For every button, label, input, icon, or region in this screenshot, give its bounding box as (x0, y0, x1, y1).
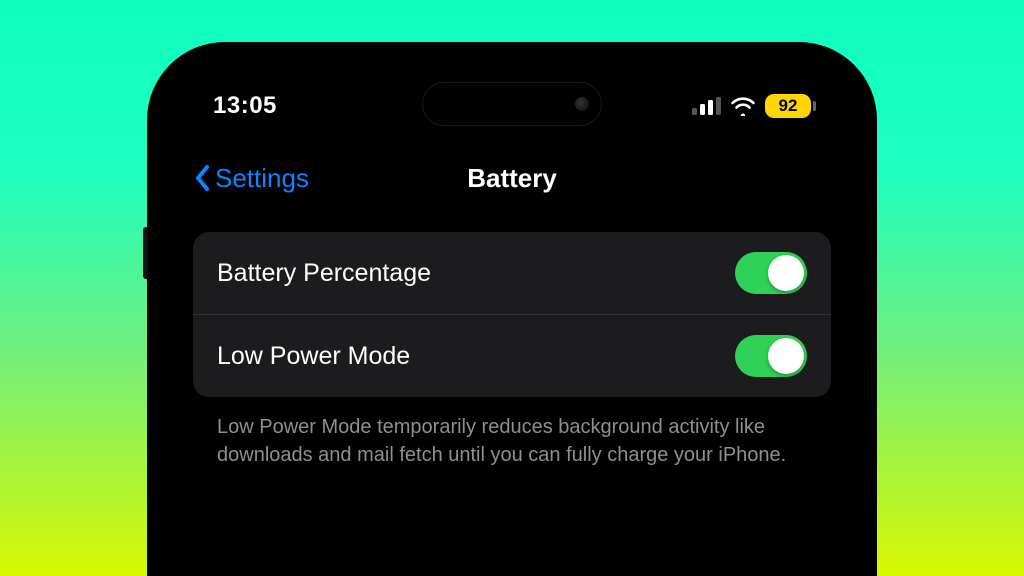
signal-icon (692, 97, 721, 115)
dynamic-island (422, 82, 602, 126)
toggle-knob (768, 255, 804, 291)
toggle-knob (768, 338, 804, 374)
camera-dot (575, 97, 589, 111)
battery-percentage-label: Battery Percentage (217, 259, 431, 288)
nav-bar: Settings Battery (193, 148, 831, 208)
low-power-description: Low Power Mode temporarily reduces backg… (193, 397, 831, 470)
screen: 13:05 92 S (161, 56, 863, 576)
settings-group: Battery Percentage Low Power Mode (193, 232, 831, 397)
chevron-left-icon (193, 164, 211, 192)
status-right: 92 (692, 94, 811, 118)
low-power-mode-row[interactable]: Low Power Mode (193, 314, 831, 397)
back-label: Settings (215, 163, 309, 194)
back-button[interactable]: Settings (193, 163, 309, 194)
low-power-mode-toggle[interactable] (735, 335, 807, 377)
battery-percentage-row[interactable]: Battery Percentage (193, 232, 831, 314)
status-time: 13:05 (213, 92, 277, 120)
battery-percentage-toggle[interactable] (735, 252, 807, 294)
page-title: Battery (467, 163, 557, 194)
low-power-mode-label: Low Power Mode (217, 342, 410, 371)
battery-icon: 92 (765, 94, 811, 118)
side-button (143, 227, 148, 279)
wifi-icon (730, 96, 756, 116)
phone-frame: 13:05 92 S (147, 42, 877, 576)
